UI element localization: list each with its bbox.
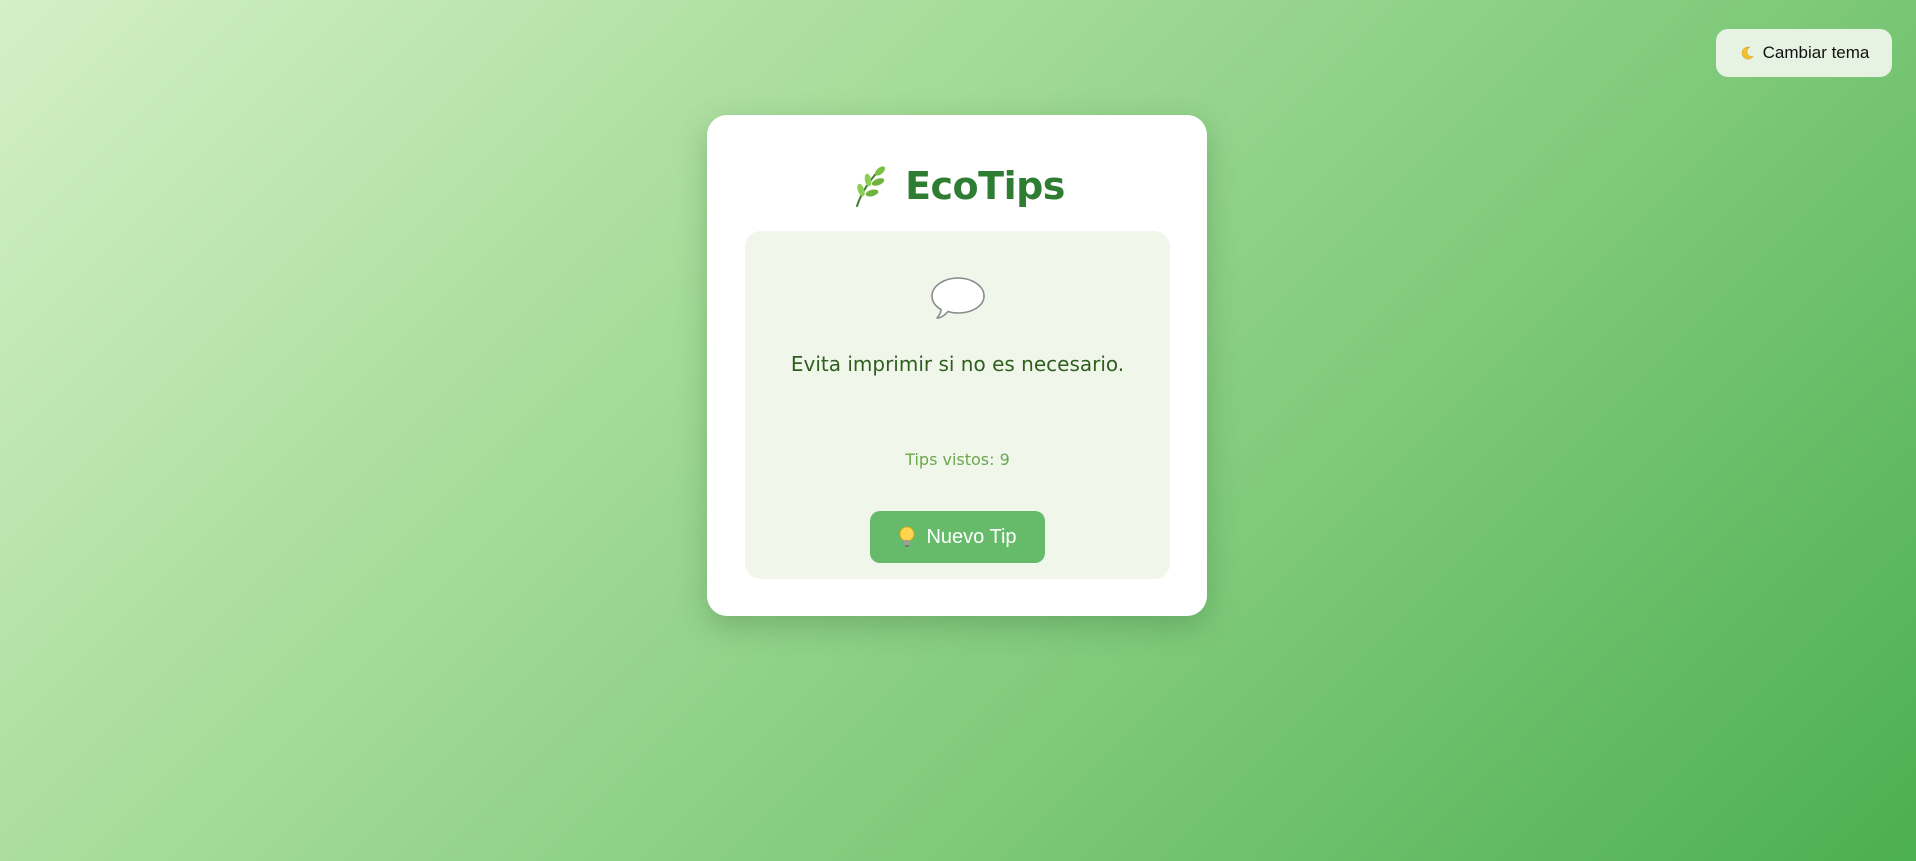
tips-counter: Tips vistos: 9 bbox=[745, 450, 1170, 469]
leaf-icon bbox=[856, 166, 886, 207]
speech-bubble-icon bbox=[931, 277, 985, 319]
theme-toggle-label: Cambiar tema bbox=[1762, 43, 1870, 62]
lightbulb-icon bbox=[900, 526, 915, 547]
app-title: EcoTips bbox=[905, 164, 1065, 208]
tips-counter-value: 9 bbox=[999, 450, 1010, 469]
new-tip-label: Nuevo Tip bbox=[926, 525, 1017, 548]
eco-tips-card: EcoTips Evita imprimir si no es necesari… bbox=[707, 115, 1207, 616]
new-tip-button[interactable]: Nuevo Tip bbox=[870, 511, 1045, 563]
moon-icon bbox=[1741, 46, 1754, 60]
tips-counter-label: Tips vistos: bbox=[905, 450, 995, 469]
app-header: EcoTips bbox=[707, 161, 1207, 211]
tip-text: Evita imprimir si no es necesario. bbox=[790, 352, 1125, 376]
tip-panel: Evita imprimir si no es necesario. Tips … bbox=[745, 231, 1170, 579]
theme-toggle-button[interactable]: Cambiar tema bbox=[1716, 29, 1892, 77]
